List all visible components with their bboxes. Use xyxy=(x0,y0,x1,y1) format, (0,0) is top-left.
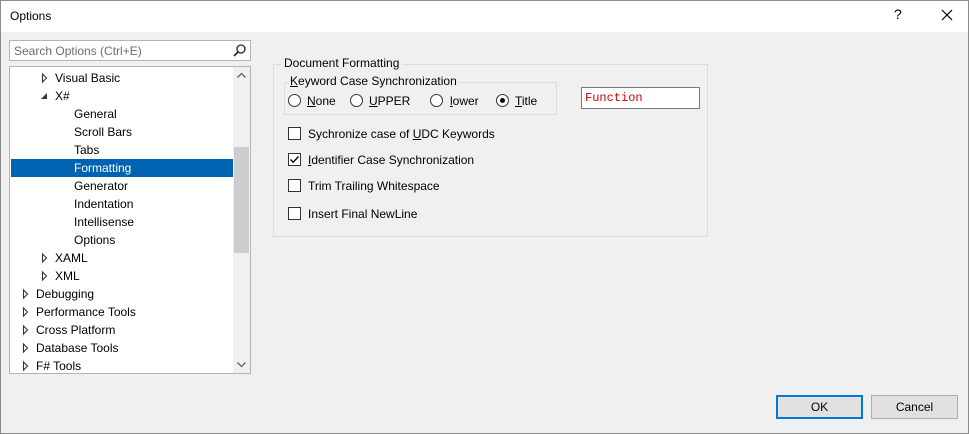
help-button[interactable]: ? xyxy=(894,6,902,22)
ok-button[interactable]: OK xyxy=(776,395,863,419)
collapsed-arrow-icon[interactable] xyxy=(40,267,50,285)
search-options-box xyxy=(9,40,251,61)
tree-item-label: Tabs xyxy=(74,143,100,157)
tree-item[interactable]: Generator xyxy=(11,177,233,195)
title-bar: Options ? xyxy=(1,1,968,32)
tree-item[interactable]: Database Tools xyxy=(11,339,233,357)
radio-label: Title xyxy=(515,94,538,108)
radio-label: UPPER xyxy=(369,94,411,108)
tree-item[interactable]: X# xyxy=(11,87,233,105)
tree-item[interactable]: Scroll Bars xyxy=(11,123,233,141)
checkbox-label: Identifier Case Synchronization xyxy=(308,153,475,167)
close-icon[interactable] xyxy=(937,5,957,25)
tree-item-label: XML xyxy=(55,269,80,283)
tree-item-label: Cross Platform xyxy=(36,323,116,337)
tree-item-label: Scroll Bars xyxy=(74,125,133,139)
radio-circle[interactable] xyxy=(496,94,509,107)
checkbox-box[interactable] xyxy=(288,127,301,140)
collapsed-arrow-icon[interactable] xyxy=(21,285,31,303)
tree-item[interactable]: XML xyxy=(11,267,233,285)
radio-circle[interactable] xyxy=(430,94,443,107)
tree-item-label: Intellisense xyxy=(74,215,135,229)
options-tree: Visual Basic X# General Scroll Bars Tabs Form… xyxy=(9,66,251,374)
tree-item-label: Debugging xyxy=(36,287,95,301)
collapsed-arrow-icon[interactable] xyxy=(21,303,31,321)
tree-item-label: Options xyxy=(74,233,116,247)
tree-item[interactable]: F# Tools xyxy=(11,357,233,374)
window-title: Options xyxy=(10,9,52,23)
tree-item[interactable]: Performance Tools xyxy=(11,303,233,321)
checkbox-label: Sychronize case of UDC Keywords xyxy=(308,127,495,141)
case-preview-box: Function xyxy=(581,87,700,109)
tree-item[interactable]: Indentation xyxy=(11,195,233,213)
scroll-up-icon[interactable] xyxy=(233,67,250,84)
tree-item-label: Indentation xyxy=(74,197,134,211)
tree-item[interactable]: XAML xyxy=(11,249,233,267)
tree-item-label: F# Tools xyxy=(36,359,82,373)
tree-item-label: Visual Basic xyxy=(55,71,121,85)
search-icon[interactable] xyxy=(232,43,247,58)
tree-item-label: Generator xyxy=(74,179,129,193)
tree-item[interactable]: Options xyxy=(11,231,233,249)
tree-item[interactable]: Cross Platform xyxy=(11,321,233,339)
tree-item[interactable]: Visual Basic xyxy=(11,69,233,87)
collapsed-arrow-icon[interactable] xyxy=(21,339,31,357)
radio-circle[interactable] xyxy=(350,94,363,107)
document-formatting-title: Document Formatting xyxy=(281,56,403,70)
checkbox-label: Trim Trailing Whitespace xyxy=(308,179,440,193)
checkbox-label: Insert Final NewLine xyxy=(308,207,418,221)
checkbox-box[interactable] xyxy=(288,207,301,220)
checkbox-box[interactable] xyxy=(288,179,301,192)
tree-item[interactable]: Debugging xyxy=(11,285,233,303)
checkbox-box[interactable] xyxy=(288,153,301,166)
scroll-down-icon[interactable] xyxy=(233,356,250,373)
radio-label: lower xyxy=(450,94,479,108)
collapsed-arrow-icon[interactable] xyxy=(40,69,50,87)
checkmark-icon xyxy=(290,156,300,164)
expanded-arrow-icon[interactable] xyxy=(40,87,50,105)
case-preview-text: Function xyxy=(585,91,643,105)
keyword-case-title: Keyword Case Synchronization xyxy=(288,74,459,88)
collapsed-arrow-icon[interactable] xyxy=(21,357,31,374)
tree-item-label: General xyxy=(74,107,117,121)
tree-item-label: Performance Tools xyxy=(36,305,136,319)
tree-scrollbar[interactable] xyxy=(233,67,250,373)
tree-item[interactable]: Tabs xyxy=(11,141,233,159)
tree-item[interactable]: General xyxy=(11,105,233,123)
scroll-thumb[interactable] xyxy=(234,147,249,254)
cancel-button[interactable]: Cancel xyxy=(871,395,958,419)
tree-item-label: XAML xyxy=(55,251,88,265)
search-input[interactable] xyxy=(10,41,230,60)
tree-item[interactable]: Intellisense xyxy=(11,213,233,231)
tree-item[interactable]: Formatting xyxy=(11,159,233,177)
tree-item-label: Database Tools xyxy=(36,341,119,355)
collapsed-arrow-icon[interactable] xyxy=(21,321,31,339)
options-dialog: Options ? Visual Basic X# General Scroll Ba… xyxy=(0,0,969,434)
collapsed-arrow-icon[interactable] xyxy=(40,249,50,267)
tree-item-label: X# xyxy=(55,89,70,103)
radio-circle[interactable] xyxy=(288,94,301,107)
tree-item-label: Formatting xyxy=(74,161,132,175)
radio-label: None xyxy=(307,94,336,108)
